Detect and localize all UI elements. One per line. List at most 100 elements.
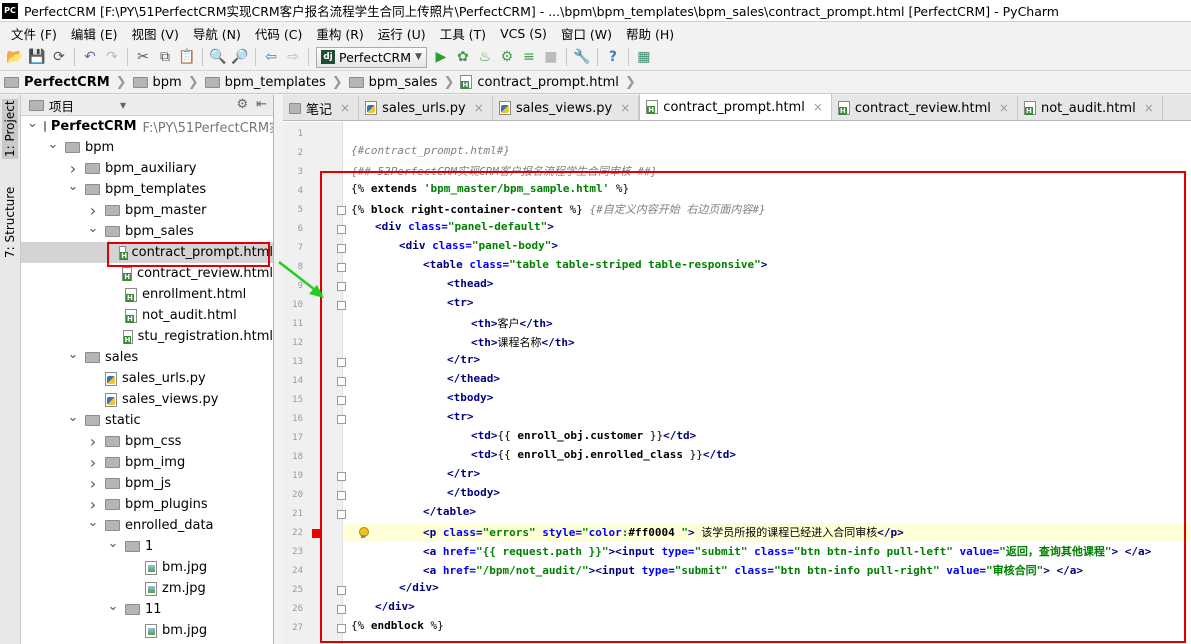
profile-icon[interactable]: ⚙ (496, 46, 518, 68)
tree-item[interactable]: not_audit.html (21, 305, 273, 326)
menu-item[interactable]: 帮助 (H) (619, 24, 681, 43)
chevron-down-icon[interactable]: ⌄ (107, 599, 119, 614)
chevron-right-icon[interactable]: › (87, 201, 99, 220)
editor-tab[interactable]: sales_urls.py × (359, 96, 493, 120)
coverage-icon[interactable]: ♨ (474, 46, 496, 68)
breadcrumb-item[interactable]: PerfectCRM ❯ (4, 75, 133, 90)
folder-icon (125, 604, 140, 615)
find-icon[interactable]: 🔍 (207, 46, 229, 68)
back-icon[interactable]: ⇦ (260, 46, 282, 68)
close-icon[interactable]: × (999, 101, 1009, 115)
chevron-down-icon[interactable]: ⌄ (87, 221, 99, 236)
lightbulb-icon[interactable] (358, 527, 369, 539)
menu-item[interactable]: 编辑 (E) (64, 24, 125, 43)
open-folder-icon[interactable]: 📂 (4, 46, 26, 68)
tree-item[interactable]: › bpm_css (21, 431, 273, 452)
help-icon[interactable]: ? (602, 46, 624, 68)
tree-item[interactable]: stu_registration.html (21, 326, 273, 347)
chevron-down-icon[interactable]: ▼ (120, 101, 126, 110)
menu-item[interactable]: 运行 (U) (371, 24, 433, 43)
editor-tab[interactable]: contract_prompt.html × (639, 94, 832, 120)
debug-icon[interactable]: ✿ (452, 46, 474, 68)
tree-item[interactable]: ⌄ enrolled_data (21, 515, 273, 536)
menu-item[interactable]: 代码 (C) (248, 24, 309, 43)
close-icon[interactable]: × (620, 101, 630, 115)
chevron-right-icon[interactable]: › (87, 432, 99, 451)
tree-item[interactable]: ⌄ 11 (21, 599, 273, 620)
tree-item[interactable]: ⌄ sales (21, 347, 273, 368)
replace-icon[interactable]: 🔎 (229, 46, 251, 68)
tree-item[interactable]: enrollment.html (21, 284, 273, 305)
chevron-down-icon[interactable]: ⌄ (27, 116, 38, 131)
chevron-down-icon[interactable]: ⌄ (67, 347, 79, 362)
chevron-down-icon[interactable]: ⌄ (67, 410, 79, 425)
tree-item[interactable]: zm.jpg (21, 578, 273, 599)
gear-icon[interactable]: ⚙ (236, 97, 248, 112)
run-icon[interactable]: ▶ (430, 46, 452, 68)
editor-tab[interactable]: not_audit.html × (1017, 96, 1163, 120)
menu-item[interactable]: 视图 (V) (125, 24, 186, 43)
menu-item[interactable]: VCS (S) (493, 26, 554, 41)
chevron-right-icon[interactable]: › (87, 453, 99, 472)
tree-item[interactable]: bm.jpg (21, 557, 273, 578)
tree-item[interactable]: ⌄ bpm_sales (21, 221, 273, 242)
chevron-down-icon[interactable]: ⌄ (67, 179, 79, 194)
menu-item[interactable]: 文件 (F) (4, 24, 64, 43)
breakpoint-icon[interactable] (312, 529, 321, 538)
breadcrumb-item[interactable]: bpm_templates ❯ (204, 75, 349, 90)
tree-item[interactable]: ⌄ 1 (21, 536, 273, 557)
sync-icon[interactable]: ⟳ (48, 46, 70, 68)
code-content[interactable]: {#contract_prompt.html#} {## 52PerfectCRM… (343, 122, 1191, 644)
redo-icon[interactable]: ↷ (101, 46, 123, 68)
breadcrumb-item[interactable]: contract_prompt.html❯ (460, 75, 641, 90)
tree-item[interactable]: sales_urls.py (21, 368, 273, 389)
undo-icon[interactable]: ↶ (79, 46, 101, 68)
paste-icon[interactable]: 📋 (176, 46, 198, 68)
tree-item[interactable]: bm.jpg (21, 620, 273, 641)
settings-icon[interactable]: 🔧 (571, 46, 593, 68)
concurrency-icon[interactable]: ≡ (518, 46, 540, 68)
chevron-down-icon[interactable]: ⌄ (87, 515, 99, 530)
tree-item[interactable]: sales_views.py (21, 389, 273, 410)
copy-icon[interactable]: ⧉ (154, 46, 176, 68)
tree-item[interactable]: › bpm_auxiliary (21, 158, 273, 179)
menu-item[interactable]: 导航 (N) (186, 24, 248, 43)
tree-item[interactable]: › bpm_plugins (21, 494, 273, 515)
structure-tool-tab[interactable]: 7: Structure (2, 186, 18, 257)
tree-item[interactable]: › bpm_master (21, 200, 273, 221)
menu-item[interactable]: 工具 (T) (433, 24, 493, 43)
breadcrumb-item[interactable]: bpm_sales ❯ (348, 75, 461, 90)
plugin-icon[interactable]: ▦ (633, 46, 655, 68)
save-icon[interactable]: 💾 (26, 46, 48, 68)
chevron-down-icon[interactable]: ⌄ (107, 536, 119, 551)
chevron-down-icon[interactable]: ⌄ (47, 137, 59, 152)
close-icon[interactable]: × (340, 101, 350, 115)
tree-item[interactable]: › bpm_img (21, 452, 273, 473)
collapse-icon[interactable]: ⇤ (256, 97, 267, 112)
project-tool-tab[interactable]: 1: Project (2, 99, 18, 159)
menu-item[interactable]: 重构 (R) (309, 24, 370, 43)
tree-item[interactable]: ⌄ static (21, 410, 273, 431)
run-configuration-select[interactable]: dj PerfectCRM ▼ (316, 46, 427, 68)
tree-item[interactable]: ⌄ bpm (21, 137, 273, 158)
chevron-right-icon[interactable]: › (67, 159, 79, 178)
chevron-right-icon[interactable]: › (87, 474, 99, 493)
editor-tab[interactable]: contract_review.html × (831, 96, 1018, 120)
editor-tab[interactable]: 笔记 × (283, 96, 360, 120)
close-icon[interactable]: × (813, 100, 823, 114)
cut-icon[interactable]: ✂ (132, 46, 154, 68)
tree-item[interactable]: contract_prompt.html (21, 242, 273, 263)
editor-tab[interactable]: sales_views.py × (492, 96, 640, 120)
tree-item[interactable]: › bpm_js (21, 473, 273, 494)
breadcrumb-item[interactable]: bpm ❯ (132, 75, 205, 90)
chevron-right-icon[interactable]: › (87, 495, 99, 514)
stop-icon[interactable]: ■ (540, 46, 562, 68)
forward-icon[interactable]: ⇨ (282, 46, 304, 68)
close-icon[interactable]: × (474, 101, 484, 115)
tree-item[interactable]: contract_review.html (21, 263, 273, 284)
menu-item[interactable]: 窗口 (W) (554, 24, 619, 43)
close-icon[interactable]: × (1144, 101, 1154, 115)
tree-item[interactable]: ⌄ PerfectCRM F:\PY\51PerfectCRM实现C (21, 116, 273, 137)
tree-item[interactable]: ⌄ bpm_templates (21, 179, 273, 200)
project-panel-title[interactable]: 项目 (49, 96, 74, 115)
